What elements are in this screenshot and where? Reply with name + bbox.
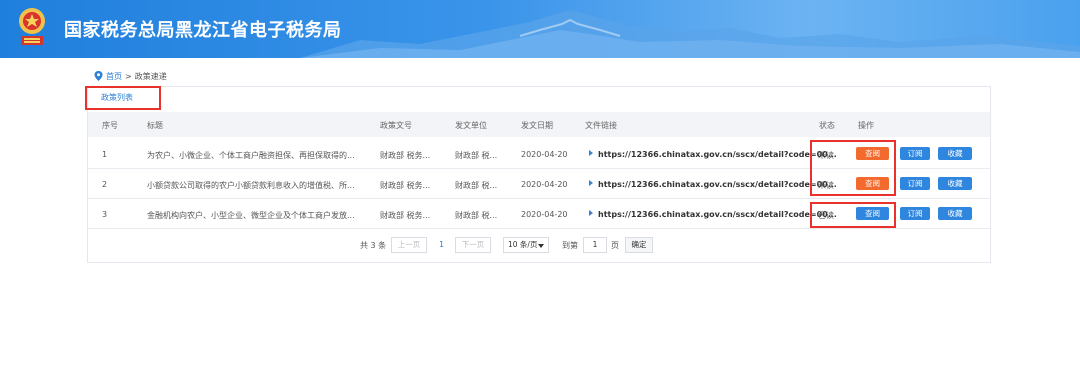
file-link-text: https://12366.chinatax.gov.cn/sscx/detai… [598, 210, 837, 219]
highlight-box-read [810, 202, 896, 228]
link-arrow-icon [589, 210, 593, 216]
total-count: 共 3 条 [360, 241, 387, 250]
page-size-value: 10 条/页 [508, 240, 538, 249]
row-index: 1 [102, 150, 108, 159]
file-link-text: https://12366.chinatax.gov.cn/sscx/detai… [598, 150, 837, 159]
breadcrumb-separator: > [125, 71, 132, 81]
policy-date: 2020-04-20 [521, 180, 568, 189]
policy-title-link[interactable]: 金融机构向农户、小型企业、微型企业及个体工商户发放... [147, 210, 355, 221]
table-header: 序号 标题 政策文号 发文单位 发文日期 文件链接 状态 操作 [88, 112, 990, 137]
column-header-status: 状态 [819, 121, 835, 130]
file-link[interactable]: https://12366.chinatax.gov.cn/sscx/detai… [589, 210, 837, 219]
policy-title-link[interactable]: 为农户、小微企业、个体工商户融资担保、再担保取得的... [147, 150, 355, 161]
link-arrow-icon [589, 150, 593, 156]
policy-date: 2020-04-20 [521, 150, 568, 159]
column-header-issuer: 发文单位 [455, 121, 487, 130]
subscribe-button[interactable]: 订阅 [900, 147, 930, 160]
file-link-text: https://12366.chinatax.gov.cn/sscx/detai… [598, 180, 837, 189]
column-header-actions: 操作 [858, 121, 874, 130]
pagination: 共 3 条 上一页 1 下一页 10 条/页 到第 1 页 确定 [0, 236, 1080, 256]
file-link[interactable]: https://12366.chinatax.gov.cn/sscx/detai… [589, 150, 837, 159]
column-header-title: 标题 [147, 121, 163, 130]
site-title: 国家税务总局黑龙江省电子税务局 [64, 20, 342, 41]
next-page-button[interactable]: 下一页 [455, 237, 491, 253]
subscribe-button[interactable]: 订阅 [900, 177, 930, 190]
policy-issuer: 财政部 税... [455, 211, 498, 220]
breadcrumb: 首页 > 政策速递 [94, 71, 167, 81]
tab-policy-list[interactable]: 政策列表 [85, 86, 161, 110]
column-header-index: 序号 [102, 121, 118, 130]
link-arrow-icon [589, 180, 593, 186]
policy-doc-no: 财政部 税务... [380, 181, 431, 190]
favorite-button[interactable]: 收藏 [938, 147, 972, 160]
page-unit-label: 页 [611, 241, 619, 250]
page-number-1[interactable]: 1 [439, 240, 444, 249]
goto-page-input[interactable]: 1 [583, 237, 607, 253]
policy-title-link[interactable]: 小额贷款公司取得的农户小额贷款利息收入的增值税、所... [147, 180, 355, 191]
prev-page-button[interactable]: 上一页 [391, 237, 427, 253]
file-link[interactable]: https://12366.chinatax.gov.cn/sscx/detai… [589, 180, 837, 189]
policy-date: 2020-04-20 [521, 210, 568, 219]
policy-issuer: 财政部 税... [455, 181, 498, 190]
highlight-box-unread [810, 140, 896, 196]
subscribe-button[interactable]: 订阅 [900, 207, 930, 220]
row-index: 2 [102, 180, 108, 189]
column-header-doc-no: 政策文号 [380, 121, 412, 130]
tax-bureau-emblem-logo [19, 8, 45, 45]
favorite-button[interactable]: 收藏 [938, 207, 972, 220]
breadcrumb-home-link[interactable]: 首页 [106, 71, 122, 82]
row-index: 3 [102, 210, 108, 219]
policy-issuer: 财政部 税... [455, 151, 498, 160]
column-header-link: 文件链接 [585, 121, 617, 130]
policy-doc-no: 财政部 税务... [380, 211, 431, 220]
goto-confirm-button[interactable]: 确定 [625, 237, 653, 253]
top-banner: 国家税务总局黑龙江省电子税务局 [0, 0, 1080, 58]
page-size-select[interactable]: 10 条/页 [503, 237, 549, 253]
breadcrumb-current: 政策速递 [134, 71, 167, 81]
location-pin-icon [94, 71, 103, 81]
great-wall-background-image [300, 10, 1080, 58]
favorite-button[interactable]: 收藏 [938, 177, 972, 190]
chevron-down-icon [538, 244, 544, 248]
goto-label: 到第 [562, 241, 578, 250]
policy-doc-no: 财政部 税务... [380, 151, 431, 160]
column-header-date: 发文日期 [521, 121, 553, 130]
